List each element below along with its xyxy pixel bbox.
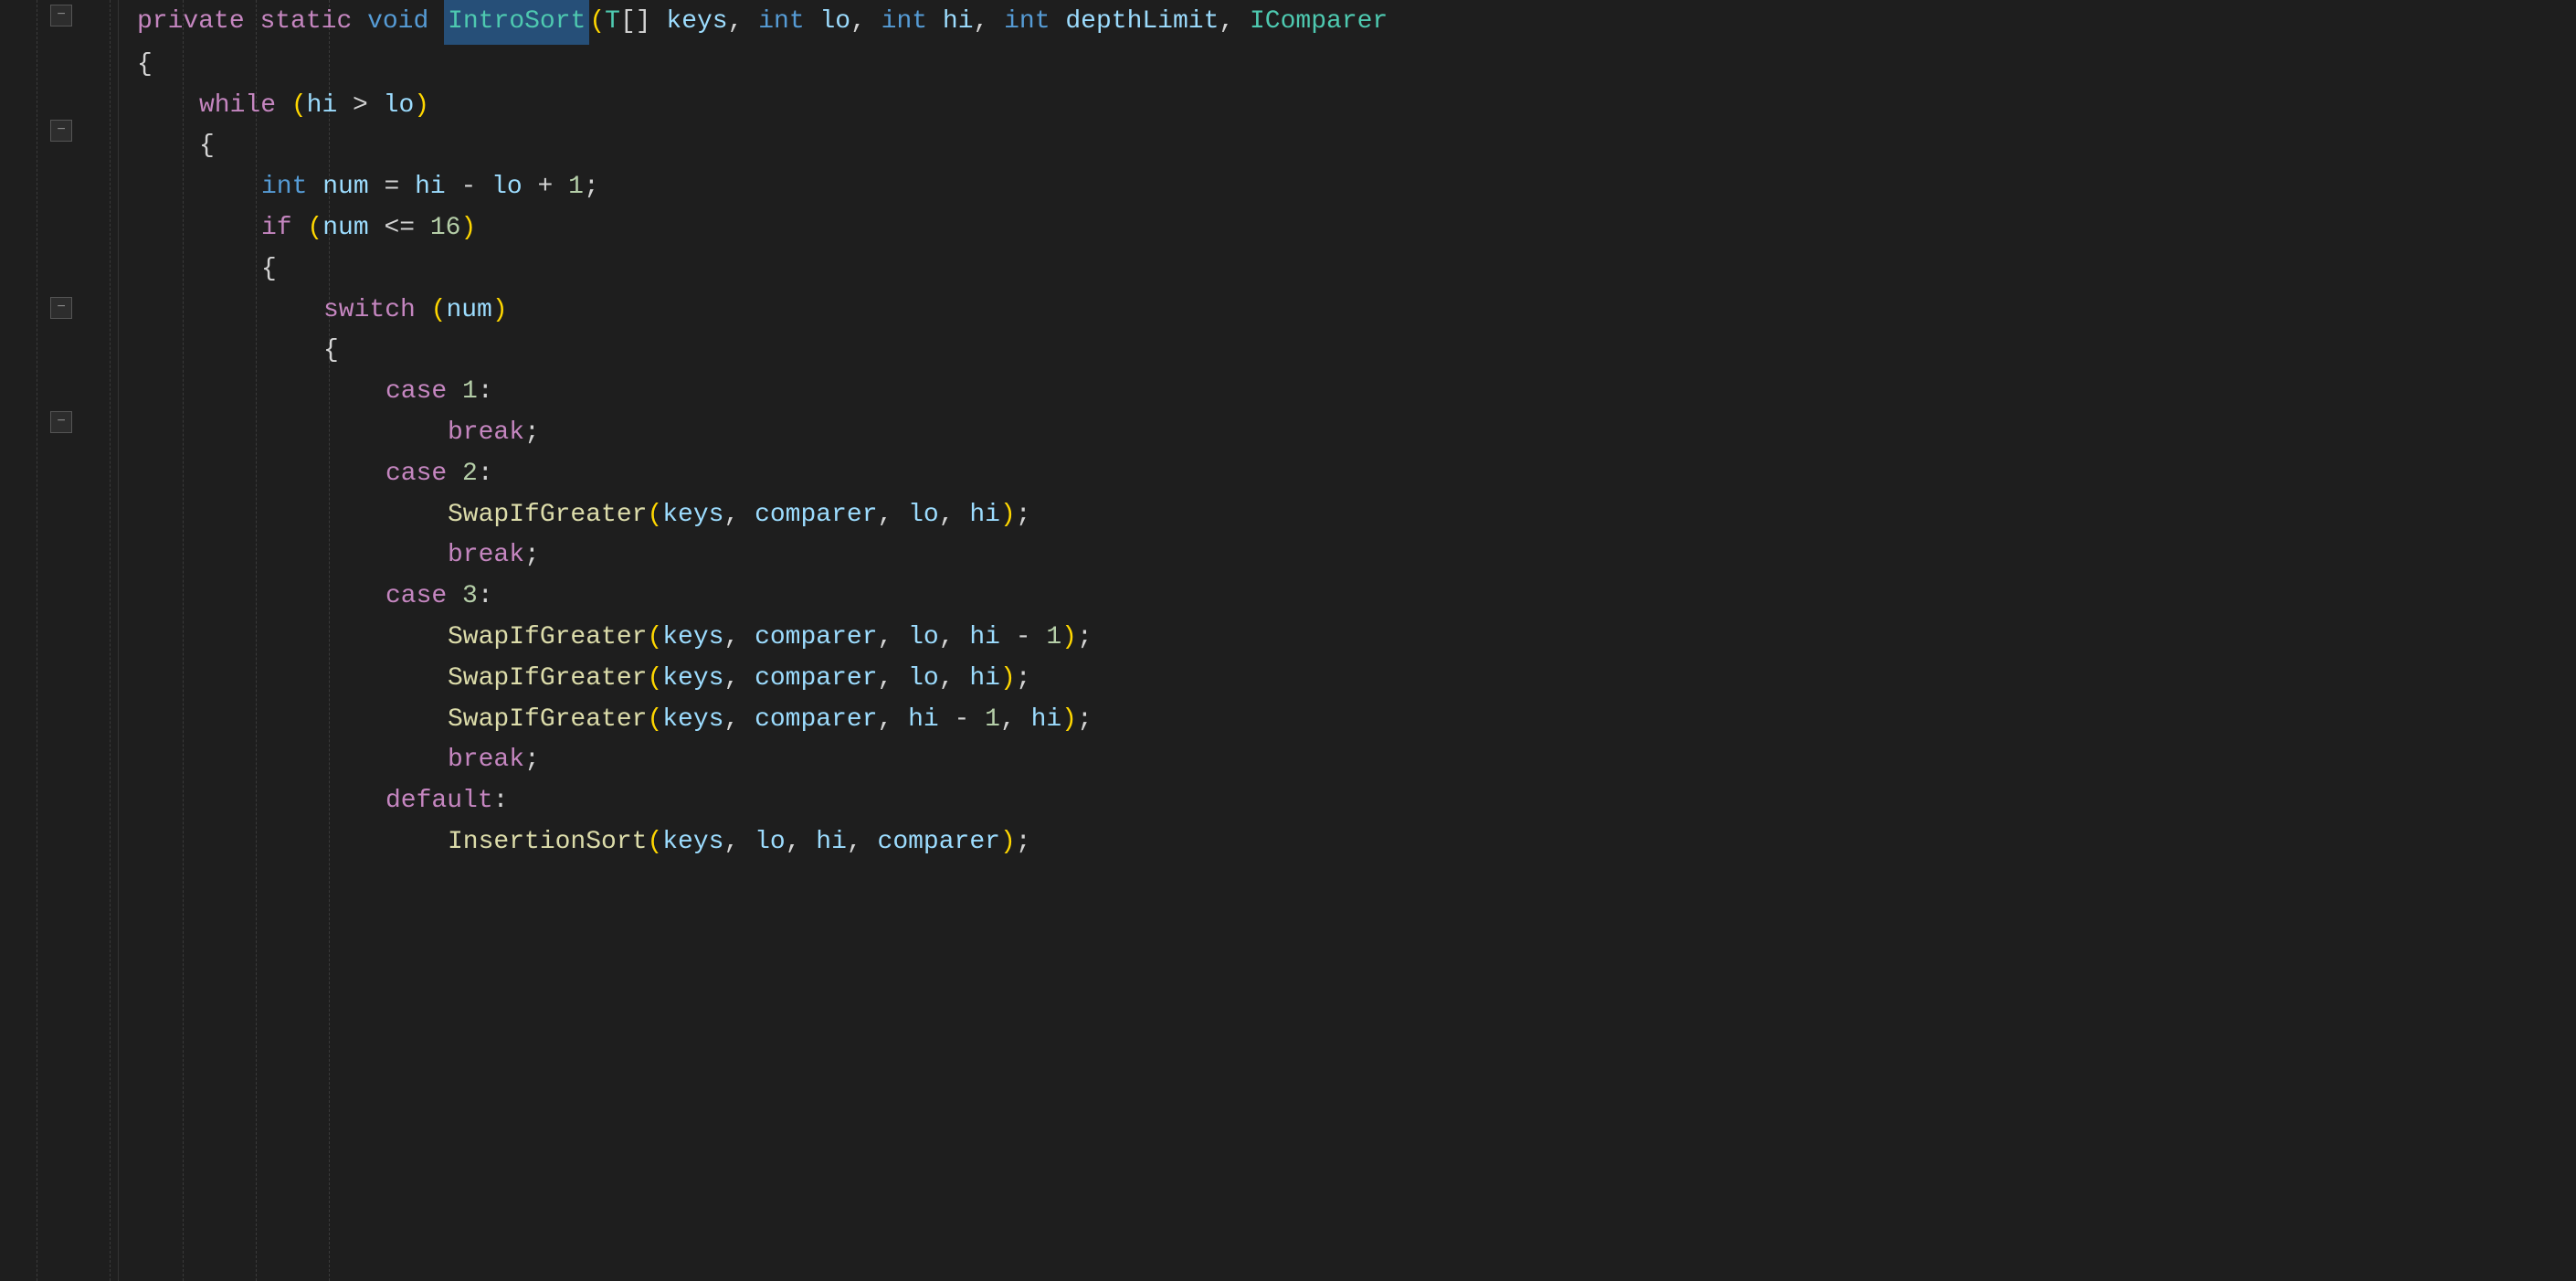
code-line-18: SwapIfGreater ( keys , comparer , hi - 1… <box>137 700 2576 741</box>
code-line-14: break ; <box>137 535 2576 577</box>
code-line-6: if ( num <= 16 ) <box>137 208 2576 249</box>
code-line-17: SwapIfGreater ( keys , comparer , lo , h… <box>137 659 2576 700</box>
code-line-11: break ; <box>137 413 2576 454</box>
code-line-10: case 1 : <box>137 372 2576 413</box>
keyword-static: static <box>259 2 352 43</box>
fold-btn-1[interactable]: − <box>50 5 72 26</box>
code-line-9: { <box>137 331 2576 372</box>
code-editor: − − − − private static void IntroSort <box>0 0 2576 1281</box>
code-line-1: private static void IntroSort ( T [] key… <box>137 0 2576 45</box>
code-line-19: break ; <box>137 740 2576 781</box>
keyword-void: void <box>367 2 428 43</box>
code-line-15: case 3 : <box>137 577 2576 618</box>
fold-btn-3[interactable]: − <box>50 120 72 142</box>
code-line-4: { <box>137 126 2576 167</box>
code-line-3: while ( hi > lo ) <box>137 86 2576 127</box>
keyword-private: private <box>137 2 245 43</box>
code-line-12: case 2 : <box>137 454 2576 495</box>
function-introsort: IntroSort <box>444 0 589 45</box>
code-line-16: SwapIfGreater ( keys , comparer , lo , h… <box>137 618 2576 659</box>
code-line-21: InsertionSort ( keys , lo , hi , compare… <box>137 822 2576 863</box>
fold-btn-6[interactable]: − <box>50 297 72 319</box>
code-line-7: { <box>137 249 2576 291</box>
fold-btn-8[interactable]: − <box>50 411 72 433</box>
code-line-8: switch ( num ) <box>137 291 2576 332</box>
editor-gutter: − − − − <box>0 0 119 1281</box>
code-line-20: default : <box>137 781 2576 822</box>
code-line-2: { <box>137 45 2576 86</box>
code-line-13: SwapIfGreater ( keys , comparer , lo , h… <box>137 495 2576 536</box>
code-line-5: int num = hi - lo + 1 ; <box>137 167 2576 208</box>
code-content: private static void IntroSort ( T [] key… <box>119 0 2576 1281</box>
